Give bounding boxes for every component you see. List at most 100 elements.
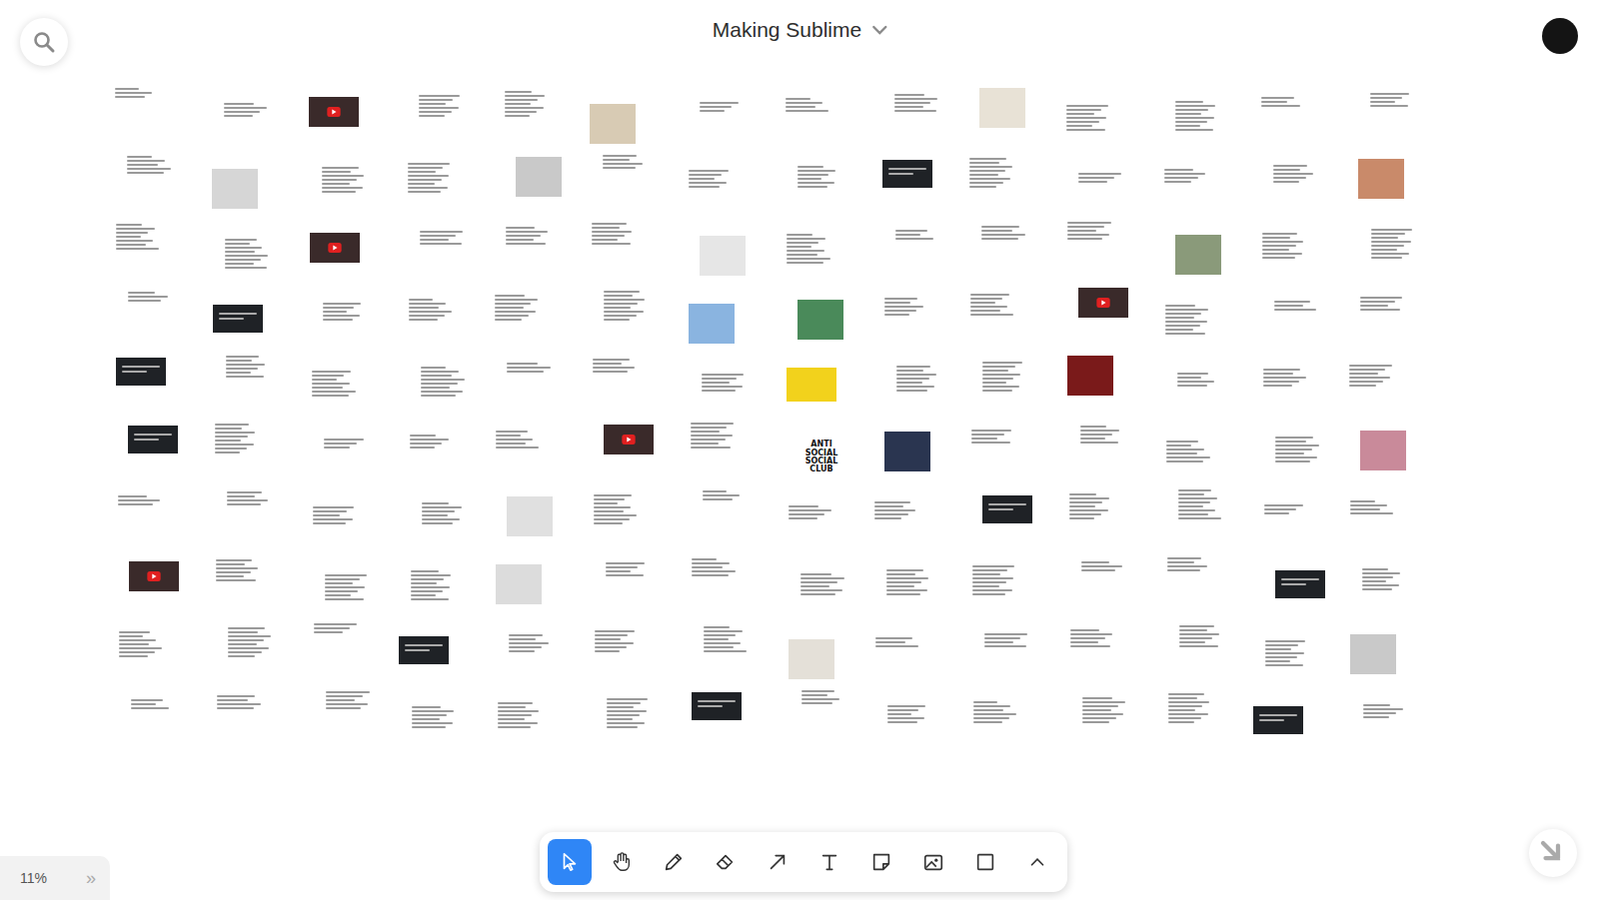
board-card[interactable] [506, 496, 553, 537]
board-card[interactable] [1079, 423, 1126, 446]
board-card[interactable] [873, 499, 920, 522]
board-card[interactable] [885, 567, 932, 598]
user-avatar[interactable] [1542, 17, 1579, 54]
board-card[interactable] [1166, 555, 1213, 574]
board-card[interactable] [690, 556, 737, 579]
board-card[interactable] [312, 621, 359, 636]
board-card[interactable] [1080, 559, 1127, 574]
board-card[interactable] [226, 625, 273, 660]
board-card[interactable] [874, 635, 921, 650]
board-card[interactable] [321, 300, 368, 323]
tool-button[interactable] [599, 839, 644, 886]
search-button[interactable] [19, 17, 68, 66]
board-card[interactable] [494, 428, 541, 451]
board-card[interactable] [591, 356, 638, 375]
board-card[interactable] [1261, 230, 1308, 261]
board-card[interactable] [213, 421, 260, 456]
board-card[interactable] [1175, 234, 1222, 275]
board-card[interactable] [1066, 219, 1113, 242]
board-card[interactable] [784, 95, 831, 114]
board-card[interactable] [604, 560, 651, 579]
board-card[interactable] [786, 367, 837, 402]
board-card[interactable] [603, 424, 654, 455]
board-card[interactable] [224, 353, 271, 380]
zoom-control[interactable]: 11% » [0, 856, 110, 900]
board-card[interactable] [126, 289, 173, 304]
board-card[interactable] [515, 156, 562, 197]
tool-button[interactable] [963, 839, 1008, 886]
board-card[interactable] [983, 631, 1030, 650]
board-card[interactable] [698, 99, 745, 114]
board-card[interactable] [406, 160, 453, 195]
board-card[interactable] [969, 291, 1016, 318]
board-card[interactable] [893, 91, 940, 114]
board-card[interactable] [129, 697, 176, 712]
board-card[interactable] [605, 696, 652, 731]
board-card[interactable] [886, 703, 933, 726]
board-card[interactable] [702, 624, 749, 655]
tool-button[interactable] [807, 839, 852, 886]
tool-button[interactable] [911, 839, 956, 886]
board-card[interactable] [799, 571, 846, 598]
board-card[interactable] [968, 155, 1015, 190]
board-card[interactable] [323, 572, 370, 603]
board-card[interactable] [1370, 226, 1417, 261]
tool-button[interactable] [703, 839, 748, 886]
board-card[interactable] [785, 231, 832, 266]
board-card[interactable] [1164, 302, 1211, 337]
board-card[interactable] [1362, 702, 1409, 721]
board-card[interactable] [593, 628, 640, 655]
board-card[interactable] [1263, 502, 1310, 517]
board-card[interactable] [882, 159, 933, 188]
board-card[interactable] [419, 364, 466, 399]
board-card[interactable] [407, 296, 454, 323]
board-card[interactable] [590, 220, 637, 247]
board-card[interactable] [1068, 491, 1115, 522]
board-card[interactable] [214, 557, 261, 584]
board-card[interactable] [979, 87, 1026, 128]
tool-button[interactable] [859, 839, 904, 886]
board-card[interactable] [503, 88, 550, 119]
board-card[interactable] [225, 489, 272, 508]
board-card[interactable] [981, 359, 1028, 394]
board-card[interactable] [1253, 706, 1304, 735]
board-card[interactable] [970, 427, 1017, 446]
board-card[interactable] [1275, 570, 1326, 599]
board-card[interactable] [884, 431, 931, 472]
board-card[interactable] [1165, 438, 1212, 465]
board-card[interactable] [895, 363, 942, 394]
board-card[interactable] [688, 303, 735, 344]
board-card[interactable] [116, 493, 163, 508]
board-card[interactable] [1065, 102, 1112, 133]
board-card[interactable] [687, 167, 734, 190]
board-card[interactable] [125, 153, 172, 176]
board-card[interactable] [1360, 430, 1407, 471]
board-card[interactable] [980, 223, 1027, 242]
board-card[interactable] [215, 693, 262, 712]
board-card[interactable] [417, 92, 464, 119]
board-card[interactable] [601, 152, 648, 171]
board-card[interactable] [1274, 434, 1321, 465]
board-card[interactable] [320, 164, 367, 195]
board-card[interactable] [496, 700, 543, 731]
board-card[interactable] [410, 704, 457, 731]
board-card[interactable]: ANTI SOCIAL SOCIAL CLUB [798, 435, 845, 480]
board-card[interactable] [127, 425, 178, 454]
board-card[interactable] [1078, 287, 1129, 318]
board-card[interactable] [1348, 362, 1395, 389]
board-card[interactable] [309, 232, 360, 263]
board-card[interactable] [223, 236, 270, 271]
board-card[interactable] [592, 492, 639, 527]
board-card[interactable] [602, 288, 649, 323]
board-card[interactable] [408, 432, 455, 451]
board-card[interactable] [420, 500, 467, 527]
board-card[interactable] [691, 692, 742, 721]
tool-button[interactable] [755, 839, 800, 886]
board-card[interactable] [1350, 634, 1397, 675]
board-card[interactable] [787, 503, 834, 522]
board-card[interactable] [1349, 498, 1396, 517]
board-card[interactable] [128, 561, 179, 592]
board-card[interactable] [493, 292, 540, 323]
board-card[interactable] [1167, 691, 1214, 726]
board-card[interactable] [113, 85, 160, 100]
